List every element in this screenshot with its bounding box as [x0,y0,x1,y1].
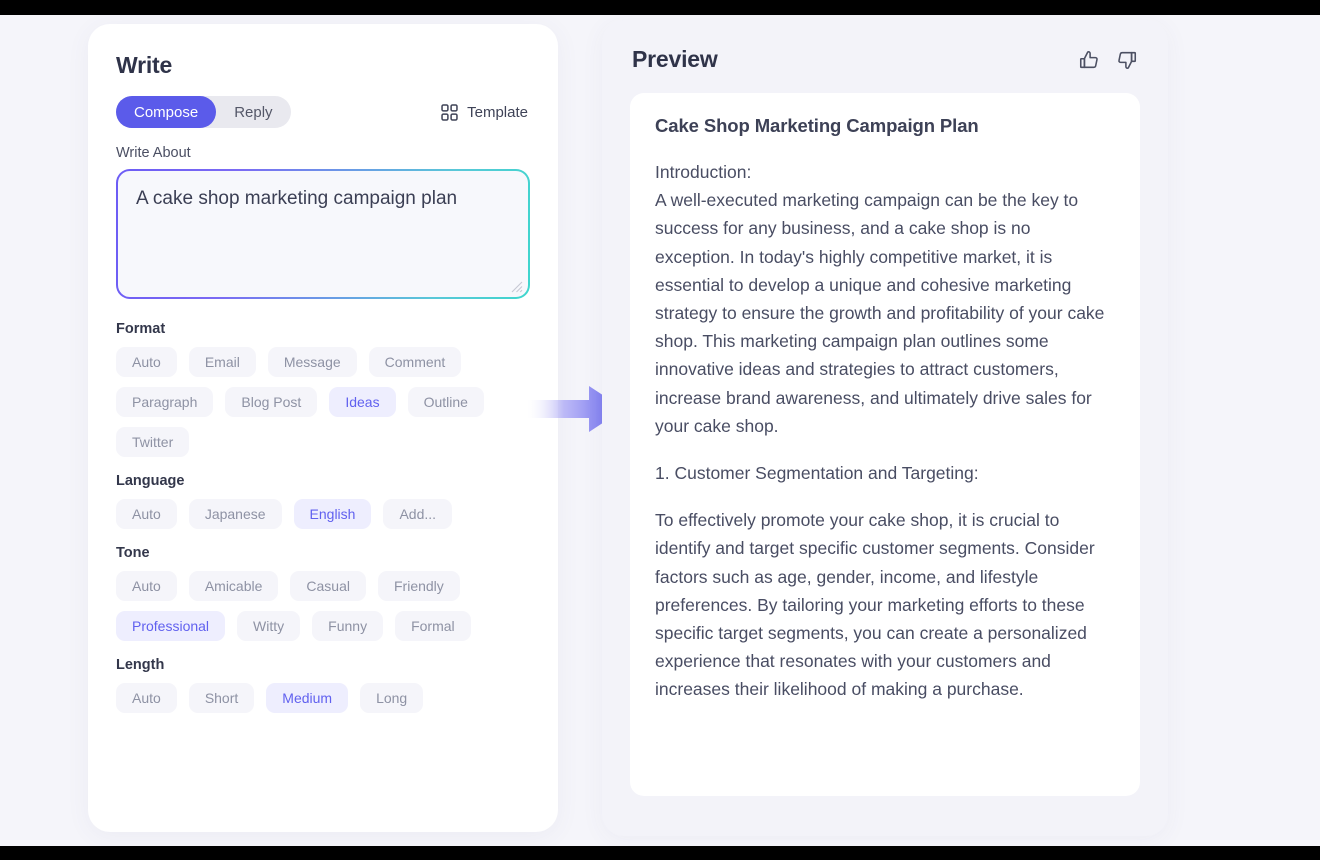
write-about-input[interactable]: A cake shop marketing campaign plan [118,171,528,297]
thumbs-down-icon[interactable] [1116,49,1138,71]
chip-language-japanese[interactable]: Japanese [188,499,282,529]
chip-tone-professional[interactable]: Professional [116,611,226,641]
tab-reply[interactable]: Reply [216,96,290,128]
group-title-language: Language [116,473,185,489]
resize-handle-icon[interactable] [511,281,523,293]
chip-list-language: Auto Japanese English Add... [116,499,530,529]
chip-length-long[interactable]: Long [360,683,424,713]
preview-panel: Preview Cake Shop Marketing Campaign Pla… [602,20,1168,836]
chip-format-comment[interactable]: Comment [368,347,462,377]
write-about-label: Write About [116,145,191,161]
write-panel: Write Compose Reply Template Write About… [88,24,558,832]
mode-toggle[interactable]: Compose Reply [116,96,291,128]
chip-format-paragraph[interactable]: Paragraph [116,387,214,417]
feedback-actions [1078,49,1138,71]
option-group-language: Language Auto Japanese English Add... [116,473,530,529]
write-toolbar: Compose Reply Template [116,96,530,128]
document-title: Cake Shop Marketing Campaign Plan [655,115,979,136]
chip-language-add[interactable]: Add... [383,499,453,529]
write-about-input-wrapper: A cake shop marketing campaign plan [116,169,530,299]
grid-icon [441,103,458,121]
group-title-format: Format [116,321,166,337]
template-label: Template [467,103,528,121]
tab-compose[interactable]: Compose [116,96,217,128]
option-group-length: Length Auto Short Medium Long [116,657,530,713]
preview-title: Preview [632,46,718,72]
chip-tone-formal[interactable]: Formal [395,611,471,641]
chip-length-auto[interactable]: Auto [116,683,177,713]
chip-format-blog-post[interactable]: Blog Post [225,387,318,417]
chip-tone-amicable[interactable]: Amicable [188,571,279,601]
chip-length-short[interactable]: Short [188,683,255,713]
chip-length-medium[interactable]: Medium [266,683,349,713]
chip-tone-friendly[interactable]: Friendly [378,571,460,601]
thumbs-up-icon[interactable] [1078,49,1100,71]
chip-format-message[interactable]: Message [267,347,357,377]
document-paragraph: 1. Customer Segmentation and Targeting: [655,463,979,484]
option-group-tone: Tone Auto Amicable Casual Friendly Profe… [116,545,530,641]
chip-tone-casual[interactable]: Casual [290,571,366,601]
chip-format-auto[interactable]: Auto [116,347,177,377]
chip-list-tone: Auto Amicable Casual Friendly Profession… [116,571,530,641]
app-stage: Write Compose Reply Template Write About… [0,15,1320,846]
preview-document-card: Cake Shop Marketing Campaign Plan Introd… [630,93,1140,796]
screen-bottom-letterbox [0,846,1320,860]
screen-top-letterbox [0,0,1320,15]
chip-tone-auto[interactable]: Auto [116,571,177,601]
document-paragraph: To effectively promote your cake shop, i… [655,510,1100,700]
chip-language-auto[interactable]: Auto [116,499,177,529]
chip-tone-witty[interactable]: Witty [237,611,301,641]
chip-list-format: Auto Email Message Comment Paragraph Blo… [116,347,530,457]
page-title: Write [116,52,173,78]
chip-language-english[interactable]: English [293,499,372,529]
chip-tone-funny[interactable]: Funny [312,611,384,641]
chip-format-outline[interactable]: Outline [407,387,484,417]
template-button[interactable]: Template [441,104,530,121]
option-group-format: Format Auto Email Message Comment Paragr… [116,321,530,457]
document-paragraph: Introduction: A well-executed marketing … [655,162,1105,436]
chip-format-ideas[interactable]: Ideas [329,387,396,417]
group-title-length: Length [116,657,165,673]
group-title-tone: Tone [116,545,150,561]
chip-format-email[interactable]: Email [188,347,256,377]
preview-header: Preview [630,46,1140,73]
chip-list-length: Auto Short Medium Long [116,683,530,713]
chip-format-twitter[interactable]: Twitter [116,427,190,457]
